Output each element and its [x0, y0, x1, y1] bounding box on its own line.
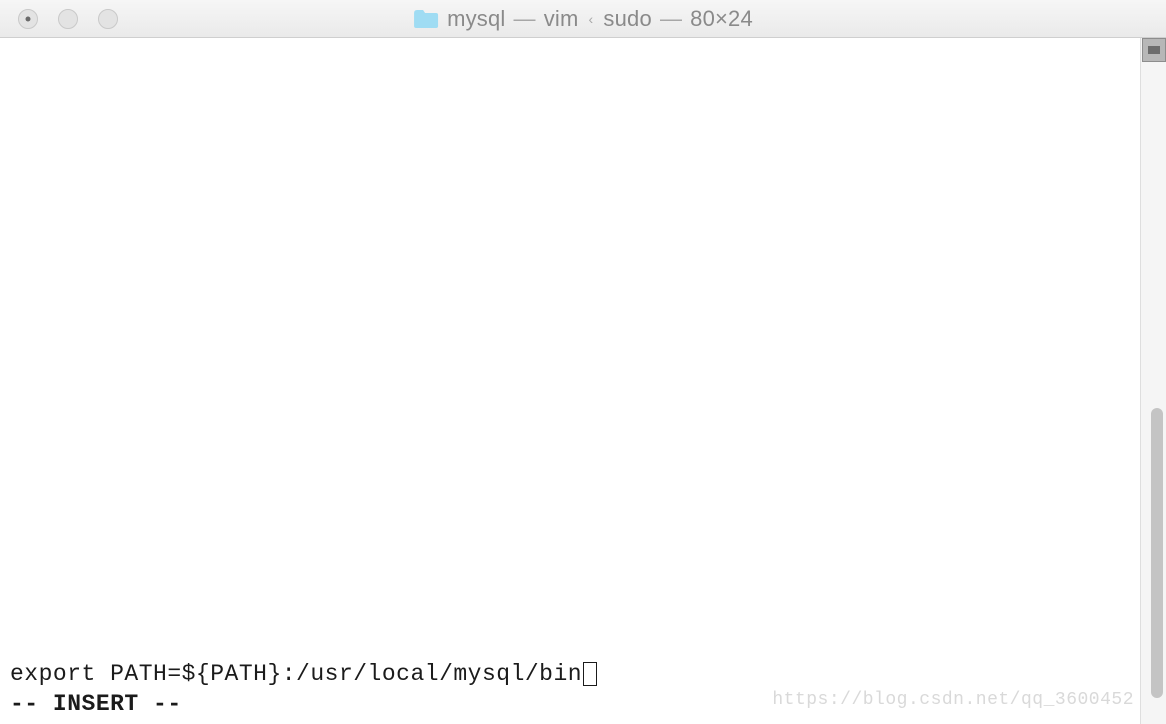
- scroll-corner-icon[interactable]: [1142, 38, 1166, 62]
- title-folder: mysql: [447, 6, 505, 32]
- minimize-window-button[interactable]: [58, 9, 78, 29]
- title-caret-icon: ‹: [589, 11, 594, 27]
- terminal-output[interactable]: export PATH=${PATH}:/usr/local/mysql/bin…: [0, 38, 1140, 724]
- scrollbar-track[interactable]: [1140, 38, 1166, 724]
- close-window-button[interactable]: [18, 9, 38, 29]
- traffic-lights: [0, 9, 118, 29]
- title-separator: —: [514, 6, 536, 32]
- export-text: export PATH=${PATH}:/usr/local/mysql/bin: [10, 660, 582, 688]
- cursor-icon: [583, 662, 597, 686]
- terminal-line-export: export PATH=${PATH}:/usr/local/mysql/bin: [10, 660, 597, 688]
- folder-icon: [413, 9, 439, 29]
- vim-mode-line: -- INSERT --: [10, 690, 182, 718]
- title-process-sudo: sudo: [603, 6, 652, 32]
- watermark-text: https://blog.csdn.net/qq_3600452: [772, 686, 1134, 714]
- window-titlebar: mysql — vim ‹ sudo — 80×24: [0, 0, 1166, 38]
- title-process-vim: vim: [544, 6, 579, 32]
- content-area: export PATH=${PATH}:/usr/local/mysql/bin…: [0, 38, 1166, 724]
- title-separator: —: [660, 6, 682, 32]
- scrollbar-thumb[interactable]: [1151, 408, 1163, 698]
- maximize-window-button[interactable]: [98, 9, 118, 29]
- title-dimensions: 80×24: [690, 6, 753, 32]
- window-title: mysql — vim ‹ sudo — 80×24: [413, 6, 753, 32]
